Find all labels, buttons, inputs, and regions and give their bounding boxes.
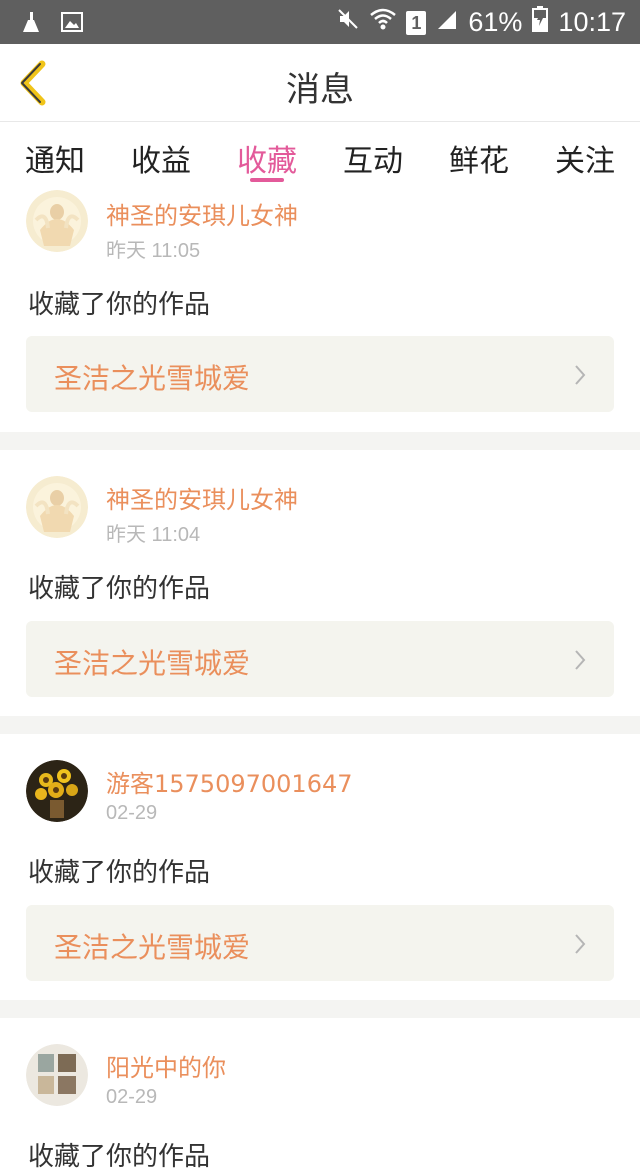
avatar[interactable] bbox=[26, 190, 88, 252]
battery-percent: 61% bbox=[468, 7, 523, 37]
tab-earnings[interactable]: 收益 bbox=[121, 136, 201, 180]
username[interactable]: 游客1575097001647 bbox=[106, 764, 353, 799]
sim-icon: 1 bbox=[406, 10, 427, 35]
divider bbox=[0, 432, 640, 450]
tab-favorites[interactable]: 收藏 bbox=[227, 136, 307, 180]
signal-icon bbox=[436, 7, 458, 38]
timestamp: 昨天 11:04 bbox=[106, 524, 201, 546]
status-bar: 1 61% 10:17 bbox=[0, 0, 640, 44]
work-link[interactable]: 圣洁之光雪城爱 bbox=[26, 621, 614, 697]
work-link[interactable]: 圣洁之光雪城爱 bbox=[26, 905, 614, 981]
work-title: 圣洁之光雪城爱 bbox=[54, 362, 251, 395]
tab-flowers[interactable]: 鲜花 bbox=[439, 136, 519, 180]
clock: 10:17 bbox=[558, 7, 626, 37]
timestamp: 02-29 bbox=[106, 802, 158, 824]
avatar[interactable] bbox=[26, 760, 88, 822]
avatar[interactable] bbox=[26, 1044, 88, 1106]
tab-follows[interactable]: 关注 bbox=[545, 136, 625, 180]
message-list: 神圣的安琪儿女神 昨天 11:05 收藏了你的作品 圣洁之光雪城爱 神圣的安琪儿… bbox=[0, 184, 640, 1172]
action-text: 收藏了你的作品 bbox=[28, 858, 211, 888]
divider bbox=[0, 1000, 640, 1018]
tab-interactions[interactable]: 互动 bbox=[333, 136, 413, 180]
chevron-right-icon bbox=[575, 934, 586, 954]
work-title: 圣洁之光雪城爱 bbox=[54, 931, 251, 964]
page-title: 消息 bbox=[286, 70, 354, 110]
message-item: 游客1575097001647 02-29 收藏了你的作品 圣洁之光雪城爱 bbox=[0, 734, 640, 1000]
message-item: 阳光中的你 02-29 收藏了你的作品 bbox=[0, 1018, 640, 1172]
timestamp: 02-29 bbox=[106, 1086, 158, 1108]
app-header: 消息 bbox=[0, 44, 640, 122]
tab-notifications[interactable]: 通知 bbox=[15, 136, 95, 180]
cleaner-icon bbox=[20, 10, 42, 38]
work-title: 圣洁之光雪城爱 bbox=[54, 647, 251, 680]
avatar[interactable] bbox=[26, 476, 88, 538]
gallery-icon bbox=[60, 10, 84, 38]
chevron-right-icon bbox=[575, 365, 586, 385]
timestamp: 昨天 11:05 bbox=[106, 240, 201, 262]
username[interactable]: 阳光中的你 bbox=[106, 1048, 226, 1083]
divider bbox=[0, 716, 640, 734]
action-text: 收藏了你的作品 bbox=[28, 290, 211, 320]
wifi-icon bbox=[370, 7, 397, 38]
username[interactable]: 神圣的安琪儿女神 bbox=[106, 480, 298, 515]
action-text: 收藏了你的作品 bbox=[28, 1142, 211, 1172]
chevron-right-icon bbox=[575, 650, 586, 670]
username[interactable]: 神圣的安琪儿女神 bbox=[106, 196, 298, 231]
work-link[interactable]: 圣洁之光雪城爱 bbox=[26, 336, 614, 412]
tab-bar: 通知 收益 收藏 互动 鲜花 关注 bbox=[0, 122, 640, 184]
action-text: 收藏了你的作品 bbox=[28, 574, 211, 604]
mute-icon bbox=[336, 7, 360, 38]
battery-icon bbox=[532, 6, 549, 39]
active-tab-indicator bbox=[250, 178, 284, 182]
message-item: 神圣的安琪儿女神 昨天 11:04 收藏了你的作品 圣洁之光雪城爱 bbox=[0, 450, 640, 716]
message-item: 神圣的安琪儿女神 昨天 11:05 收藏了你的作品 圣洁之光雪城爱 bbox=[0, 184, 640, 432]
